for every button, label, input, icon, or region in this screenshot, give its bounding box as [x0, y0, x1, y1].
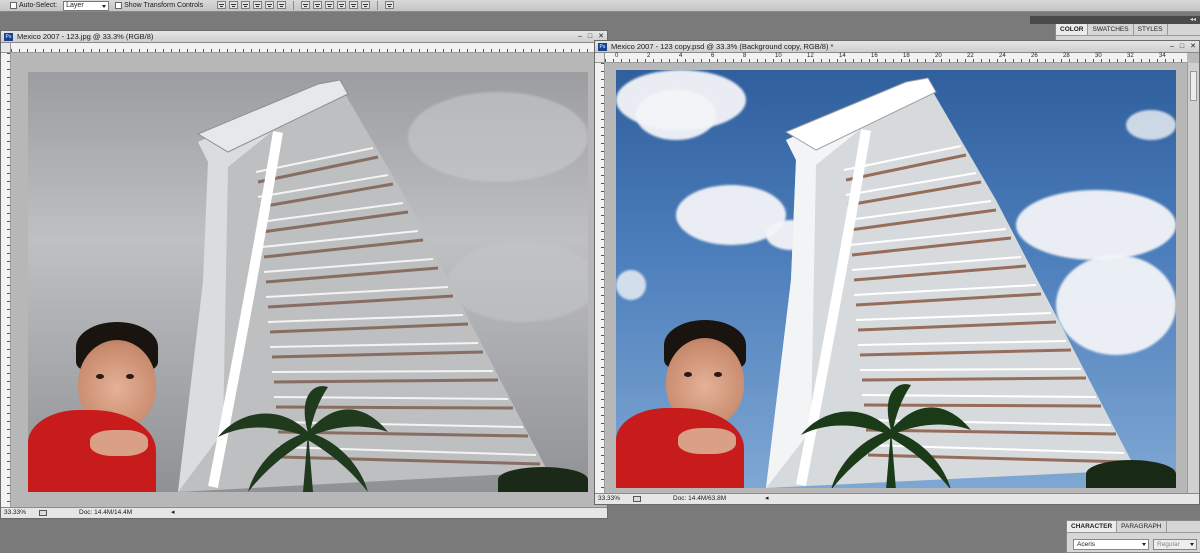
options-bar: Auto-Select: Layer Show Transform Contro…	[0, 0, 1200, 12]
distribute-bottom-icon[interactable]	[325, 1, 335, 9]
tab-character[interactable]: CHARACTER	[1067, 521, 1118, 532]
baby-hand	[90, 430, 148, 456]
ruler-label: 20	[935, 53, 942, 59]
ruler-origin[interactable]	[595, 53, 605, 63]
distribute-right-icon[interactable]	[361, 1, 371, 9]
ruler-label: 10	[775, 53, 782, 59]
window-title: Mexico 2007 - 123.jpg @ 33.3% (RGB/8)	[17, 32, 154, 41]
baby	[28, 322, 168, 492]
show-transform-label: Show Transform Controls	[124, 2, 204, 9]
status-bar: 33.33% Doc: 14.4M/63.8M ◂	[595, 493, 1199, 504]
close-icon[interactable]: ✕	[1190, 41, 1196, 52]
ruler-label: 4	[679, 53, 683, 59]
ruler-label: 28	[1063, 53, 1070, 59]
minimize-icon[interactable]: –	[1170, 41, 1174, 52]
color-panel: COLOR SWATCHES STYLES	[1055, 24, 1200, 40]
palm-tree	[801, 384, 971, 488]
tab-color[interactable]: COLOR	[1056, 24, 1089, 35]
photo-original	[28, 72, 588, 492]
distribute-top-icon[interactable]	[301, 1, 311, 9]
baby-hand	[678, 428, 736, 454]
toolbar-divider	[293, 1, 295, 10]
horizontal-ruler[interactable]	[11, 43, 607, 53]
zoom-level[interactable]: 33.33%	[4, 508, 34, 518]
ruler-label: 2	[647, 53, 651, 59]
align-top-icon[interactable]	[217, 1, 227, 9]
toolbar-divider	[377, 1, 379, 10]
status-bar: 33.33% Doc: 14.4M/14.4M ◂	[1, 507, 607, 518]
status-menu-icon[interactable]	[633, 496, 641, 502]
window-title-bar[interactable]: Ps Mexico 2007 - 123 copy.psd @ 33.3% (B…	[595, 41, 1199, 53]
ruler-origin[interactable]	[1, 43, 11, 53]
minimize-icon[interactable]: –	[578, 31, 582, 42]
character-panel: CHARACTER PARAGRAPH Aceris Regular	[1066, 520, 1200, 553]
ruler-label: 0	[615, 53, 619, 59]
distribute-left-icon[interactable]	[337, 1, 347, 9]
font-family-select[interactable]: Aceris	[1073, 539, 1149, 550]
align-icons-group	[217, 1, 395, 10]
status-menu-icon[interactable]	[39, 510, 47, 516]
tab-styles[interactable]: STYLES	[1134, 24, 1168, 35]
ruler-label: 8	[743, 53, 747, 59]
window-controls: – □ ✕	[1170, 41, 1196, 52]
align-left-icon[interactable]	[253, 1, 263, 9]
align-vertical-center-icon[interactable]	[229, 1, 239, 9]
doc-size: Doc: 14.4M/63.8M	[673, 495, 727, 502]
ruler-label: 30	[1095, 53, 1102, 59]
maximize-icon[interactable]: □	[588, 31, 592, 42]
palm-tree	[1086, 460, 1176, 488]
font-style-select[interactable]: Regular	[1153, 539, 1197, 550]
canvas-area[interactable]	[606, 64, 1186, 492]
window-title-bar[interactable]: Ps Mexico 2007 - 123.jpg @ 33.3% (RGB/8)…	[1, 31, 607, 43]
zoom-level[interactable]: 33.33%	[598, 494, 628, 504]
ruler-label: 32	[1127, 53, 1134, 59]
distribute-horizontal-center-icon[interactable]	[349, 1, 359, 9]
tab-swatches[interactable]: SWATCHES	[1088, 24, 1134, 35]
photoshop-file-icon: Ps	[4, 33, 13, 41]
show-transform-option[interactable]: Show Transform Controls	[115, 2, 203, 9]
ruler-label: 22	[967, 53, 974, 59]
ruler-label: 26	[1031, 53, 1038, 59]
auto-select-dropdown[interactable]: Layer	[63, 0, 110, 11]
maximize-icon[interactable]: □	[1180, 41, 1184, 52]
ruler-label: 12	[807, 53, 814, 59]
align-horizontal-center-icon[interactable]	[265, 1, 275, 9]
photo-edited	[616, 70, 1176, 488]
window-title: Mexico 2007 - 123 copy.psd @ 33.3% (Back…	[611, 42, 834, 51]
align-bottom-icon[interactable]	[241, 1, 251, 9]
ruler-label: 24	[999, 53, 1006, 59]
vertical-ruler[interactable]	[1, 53, 11, 507]
ruler-label: 6	[711, 53, 715, 59]
ruler-label: 18	[903, 53, 910, 59]
distribute-vertical-center-icon[interactable]	[313, 1, 323, 9]
auto-select-option[interactable]: Auto-Select:	[10, 2, 57, 9]
scrollbar-thumb[interactable]	[1190, 71, 1197, 101]
baby	[616, 320, 756, 488]
horizontal-ruler[interactable]: 0 2 4 6 8 10 12 14 16 18 20 22 24 26 28 …	[605, 53, 1187, 63]
auto-select-checkbox[interactable]	[10, 2, 17, 9]
vertical-ruler[interactable]	[595, 63, 605, 493]
palm-tree	[218, 386, 388, 492]
tab-paragraph[interactable]: PARAGRAPH	[1117, 521, 1167, 532]
palm-tree	[498, 467, 588, 492]
show-transform-checkbox[interactable]	[115, 2, 123, 9]
status-arrow-icon[interactable]: ◂	[765, 494, 769, 504]
color-panel-tabs: COLOR SWATCHES STYLES	[1056, 24, 1200, 36]
status-arrow-icon[interactable]: ◂	[171, 508, 175, 518]
auto-select-label: Auto-Select:	[19, 2, 58, 9]
auto-align-icon[interactable]	[385, 1, 395, 9]
ruler-label: 34	[1159, 53, 1166, 59]
vertical-scrollbar[interactable]	[1187, 63, 1199, 493]
doc-size: Doc: 14.4M/14.4M	[79, 509, 133, 516]
document-window-edited[interactable]: Ps Mexico 2007 - 123 copy.psd @ 33.3% (B…	[594, 40, 1200, 505]
document-window-original[interactable]: Ps Mexico 2007 - 123.jpg @ 33.3% (RGB/8)…	[0, 30, 608, 519]
character-panel-tabs: CHARACTER PARAGRAPH	[1067, 521, 1200, 533]
canvas-area[interactable]	[12, 54, 607, 506]
align-right-icon[interactable]	[277, 1, 287, 9]
photoshop-file-icon: Ps	[598, 43, 607, 51]
panel-collapse-bar[interactable]: ◂◂	[1030, 16, 1200, 24]
ruler-label: 14	[839, 53, 846, 59]
ruler-label: 16	[871, 53, 878, 59]
